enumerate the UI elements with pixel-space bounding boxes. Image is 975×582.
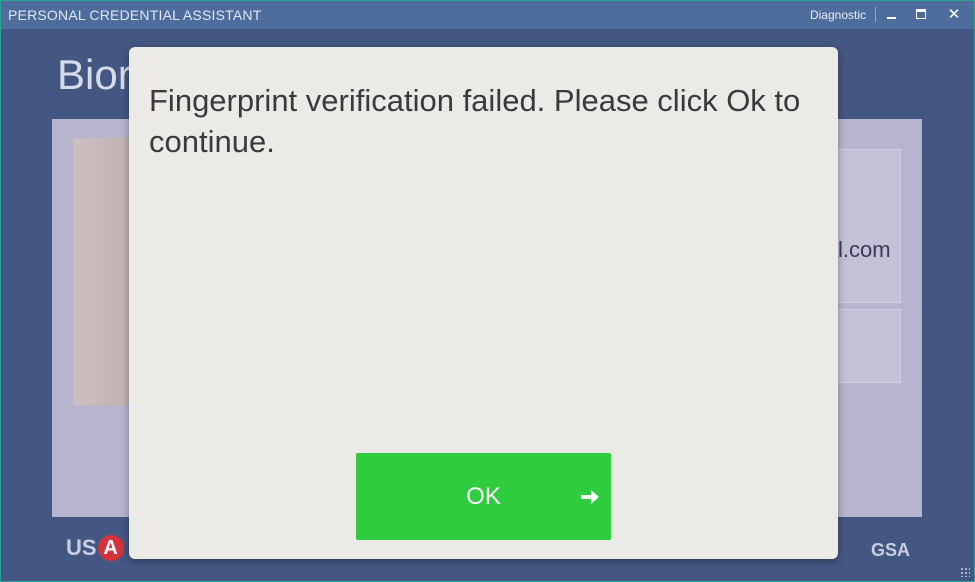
title-separator — [875, 7, 876, 22]
close-icon: ✕ — [947, 6, 961, 23]
email-text: l.com — [838, 237, 891, 262]
diagnostic-link[interactable]: Diagnostic — [810, 8, 866, 22]
dialog-message: Fingerprint verification failed. Please … — [149, 83, 801, 159]
ok-button[interactable]: OK — [356, 453, 611, 540]
error-dialog: Fingerprint verification failed. Please … — [129, 47, 838, 559]
usa-logo-letter: A — [97, 535, 124, 561]
window-title: PERSONAL CREDENTIAL ASSISTANT — [8, 7, 262, 23]
gsa-logo: GSA — [871, 540, 911, 560]
minimize-icon — [886, 17, 896, 19]
ok-button-label: OK — [466, 482, 501, 510]
usa-logo-text: US — [66, 535, 97, 560]
usa-logo: US A — [66, 535, 124, 561]
arrow-right-icon — [581, 490, 599, 504]
title-bar[interactable]: PERSONAL CREDENTIAL ASSISTANT Diagnostic… — [1, 1, 974, 29]
close-button[interactable]: ✕ — [941, 3, 967, 25]
page-heading: Bior — [57, 51, 132, 98]
maximize-icon — [916, 9, 926, 19]
resize-grip-icon[interactable] — [960, 567, 970, 577]
app-window: PERSONAL CREDENTIAL ASSISTANT Diagnostic… — [0, 0, 975, 582]
minimize-button[interactable] — [878, 3, 904, 25]
maximize-button[interactable] — [908, 3, 934, 25]
